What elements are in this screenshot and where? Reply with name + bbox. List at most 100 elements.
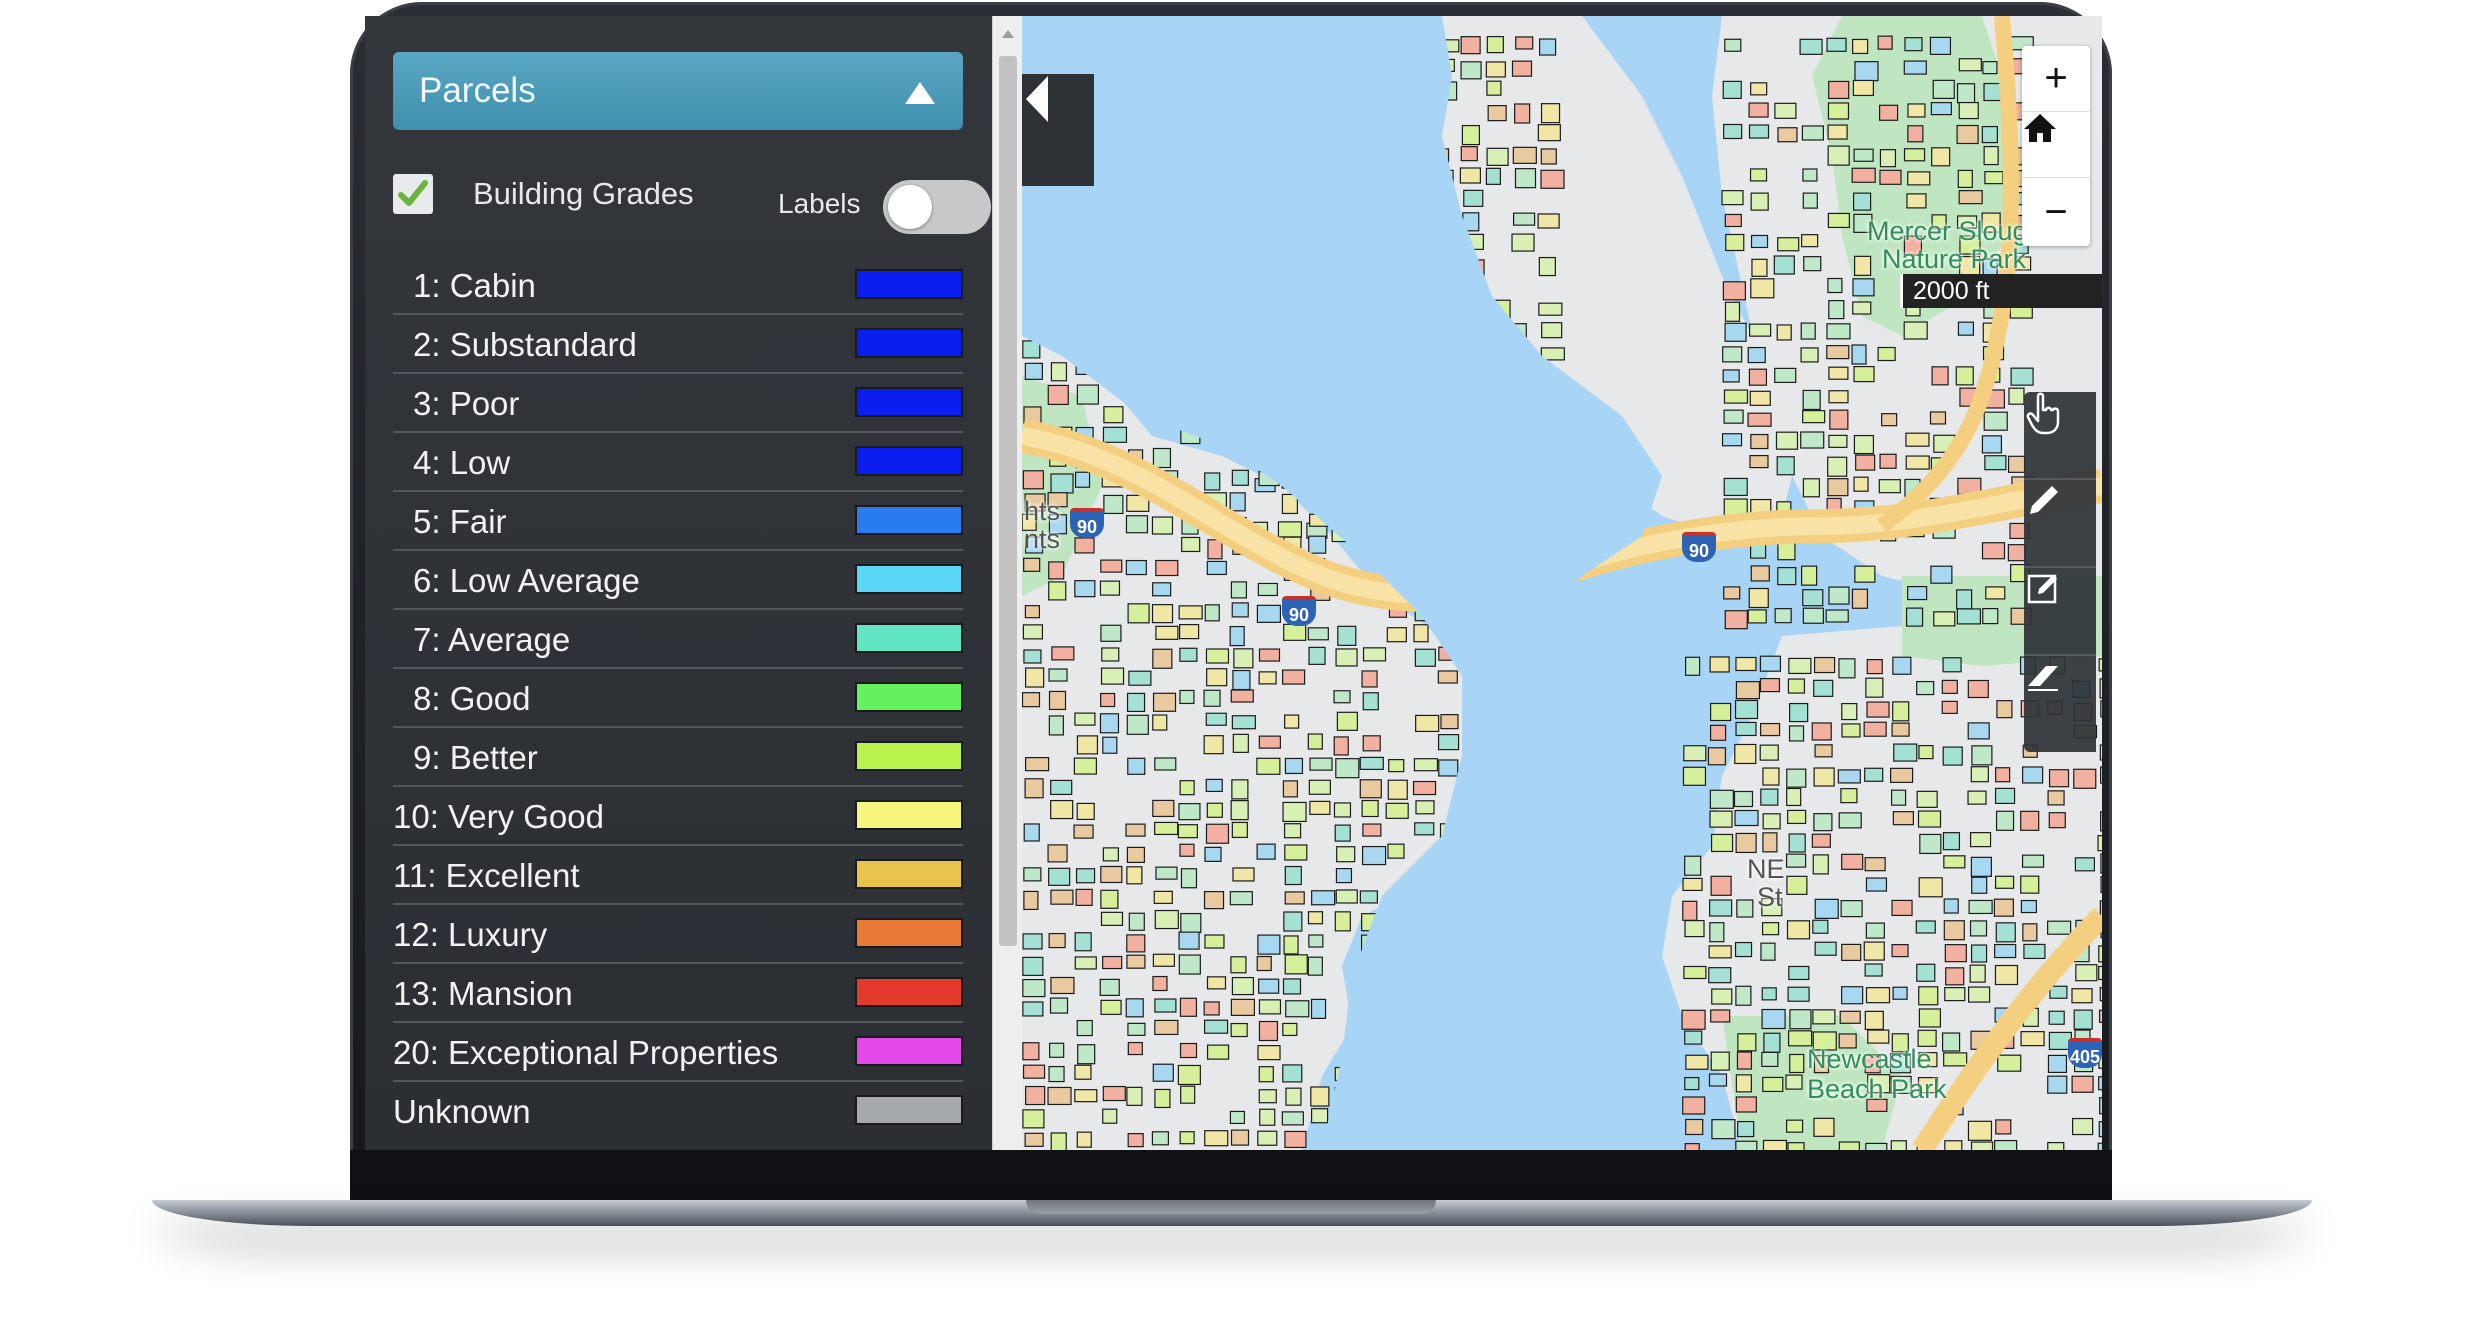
- parcel[interactable]: [1285, 1000, 1310, 1018]
- parcel[interactable]: [1777, 542, 1796, 561]
- parcel[interactable]: [1486, 80, 1502, 96]
- parcel[interactable]: [1229, 891, 1253, 906]
- parcel[interactable]: [1180, 868, 1198, 889]
- parcel[interactable]: [1050, 799, 1074, 820]
- parcel[interactable]: [1786, 920, 1811, 940]
- parcel[interactable]: [1076, 1019, 1093, 1037]
- parcel[interactable]: [1981, 435, 2003, 454]
- parcel[interactable]: [1759, 655, 1782, 672]
- parcel[interactable]: [1099, 978, 1120, 997]
- parcel[interactable]: [1802, 410, 1826, 424]
- parcel[interactable]: [1841, 853, 1864, 870]
- parcel[interactable]: [1736, 899, 1754, 918]
- parcels-panel-header[interactable]: Parcels: [393, 52, 963, 130]
- parcel[interactable]: [1827, 145, 1850, 166]
- parcel[interactable]: [1437, 670, 1458, 684]
- parcel[interactable]: [1762, 767, 1780, 786]
- parcel[interactable]: [1723, 409, 1744, 424]
- parcel[interactable]: [1230, 998, 1255, 1016]
- parcel[interactable]: [1813, 1117, 1835, 1137]
- parcel[interactable]: [1309, 800, 1331, 815]
- parcel[interactable]: [1825, 609, 1849, 623]
- parcel[interactable]: [1890, 1140, 1907, 1150]
- parcel[interactable]: [1486, 147, 1509, 166]
- parcel[interactable]: [1048, 581, 1067, 601]
- parcel[interactable]: [1931, 366, 1949, 386]
- parcel[interactable]: [1256, 955, 1272, 972]
- parcel[interactable]: [1076, 735, 1099, 755]
- parcel[interactable]: [1841, 943, 1862, 961]
- parcel[interactable]: [1048, 690, 1067, 711]
- parcel[interactable]: [1387, 779, 1408, 800]
- parcel[interactable]: [2100, 766, 2102, 784]
- scroll-up-arrow-icon[interactable]: [1002, 30, 1014, 38]
- parcel[interactable]: [1723, 389, 1749, 404]
- parcel[interactable]: [1412, 780, 1437, 796]
- parcel[interactable]: [1943, 855, 1966, 869]
- parcel[interactable]: [1152, 648, 1173, 669]
- parcel[interactable]: [1956, 589, 1973, 610]
- parcel[interactable]: [1152, 1063, 1174, 1082]
- parcel[interactable]: [1863, 941, 1885, 961]
- parcel[interactable]: [1103, 494, 1124, 515]
- parcel[interactable]: [1307, 956, 1323, 976]
- parcel[interactable]: [1709, 724, 1727, 741]
- parcel[interactable]: [1414, 822, 1435, 836]
- parcel[interactable]: [1786, 875, 1808, 895]
- parcel[interactable]: [2020, 1031, 2045, 1047]
- parcel[interactable]: [1788, 657, 1812, 675]
- parcel[interactable]: [1282, 780, 1299, 798]
- parcel[interactable]: [1438, 759, 1459, 777]
- parcel[interactable]: [1282, 1064, 1303, 1083]
- parcel[interactable]: [1748, 102, 1769, 118]
- parcel[interactable]: [1735, 1140, 1758, 1150]
- parcel[interactable]: [1512, 146, 1537, 164]
- parcel[interactable]: [1828, 434, 1848, 448]
- parcel[interactable]: [1801, 125, 1824, 141]
- parcel[interactable]: [1943, 920, 1965, 941]
- parcel[interactable]: [1812, 854, 1829, 875]
- parcel[interactable]: [1231, 469, 1249, 486]
- parcel[interactable]: [2098, 945, 2102, 963]
- parcel[interactable]: [1284, 954, 1308, 975]
- parcel[interactable]: [1957, 321, 1975, 336]
- parcel[interactable]: [2048, 812, 2066, 829]
- parcel[interactable]: [1540, 148, 1557, 165]
- parcel[interactable]: [1776, 324, 1792, 341]
- parcel[interactable]: [1918, 986, 1939, 1006]
- parcel[interactable]: [1204, 846, 1222, 862]
- parcel[interactable]: [1152, 692, 1177, 712]
- parcel[interactable]: [1277, 521, 1303, 538]
- parcel[interactable]: [1074, 471, 1091, 488]
- parcel[interactable]: [1179, 647, 1198, 662]
- parcel[interactable]: [1511, 233, 1535, 252]
- parcel[interactable]: [1284, 865, 1302, 886]
- parcel[interactable]: [1047, 844, 1068, 863]
- parcel[interactable]: [1799, 38, 1823, 55]
- parcel[interactable]: [1283, 823, 1302, 839]
- parcel[interactable]: [1748, 587, 1769, 609]
- parcel[interactable]: [1259, 1108, 1276, 1126]
- parcel[interactable]: [1050, 779, 1073, 796]
- parcel[interactable]: [1981, 125, 1998, 144]
- pan-tool-button[interactable]: [2024, 392, 2096, 480]
- parcel[interactable]: [1722, 346, 1743, 363]
- parcel[interactable]: [1837, 769, 1861, 784]
- parcel[interactable]: [1100, 624, 1122, 642]
- parcel[interactable]: [1050, 889, 1074, 905]
- parcel[interactable]: [1995, 922, 2016, 943]
- parcel[interactable]: [1204, 934, 1225, 949]
- parcel[interactable]: [1230, 800, 1249, 821]
- scrollbar-thumb[interactable]: [999, 56, 1017, 946]
- parcel[interactable]: [1414, 648, 1436, 667]
- parcel[interactable]: [1232, 669, 1251, 691]
- parcel[interactable]: [1334, 911, 1351, 932]
- parcel[interactable]: [1708, 1073, 1728, 1087]
- building-grades-checkbox[interactable]: [393, 174, 433, 214]
- parcel[interactable]: [1747, 609, 1767, 624]
- parcel[interactable]: [1839, 1010, 1861, 1024]
- parcel[interactable]: [1151, 604, 1174, 624]
- parcel[interactable]: [1761, 1008, 1786, 1030]
- parcel[interactable]: [1984, 455, 2007, 471]
- parcel[interactable]: [1537, 124, 1561, 142]
